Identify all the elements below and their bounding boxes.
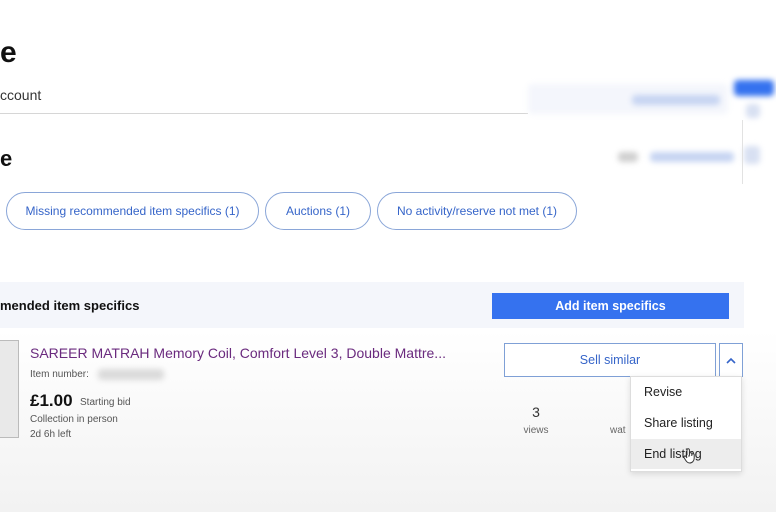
collection-info: Collection in person — [30, 414, 118, 425]
views-count: 3 — [532, 404, 540, 420]
banner-text: mended item specifics — [0, 298, 140, 313]
views-label: views — [523, 425, 549, 436]
button-label: Sell similar — [579, 353, 641, 367]
watchers-label: wat — [610, 425, 626, 436]
tab-underline — [0, 113, 528, 114]
page-heading-fragment: e — [0, 36, 17, 69]
filter-chip-no-activity[interactable]: No activity/reserve not met (1) — [377, 192, 577, 230]
time-left: 2d 6h left — [30, 429, 72, 440]
filter-chip-missing-specifics[interactable]: Missing recommended item specifics (1) — [6, 192, 259, 230]
menu-item-share-listing[interactable]: Share listing — [631, 408, 741, 438]
chip-label: No activity/reserve not met (1) — [396, 204, 558, 218]
blurred-link-2[interactable] — [650, 152, 734, 162]
price-type: Starting bid — [80, 397, 131, 408]
item-number-label: Item number: — [30, 369, 89, 380]
item-number-value — [98, 369, 164, 380]
chip-label: Auctions (1) — [285, 204, 351, 218]
blurred-button[interactable] — [734, 80, 774, 96]
menu-item-revise[interactable]: Revise — [631, 377, 741, 407]
chevron-up-icon — [726, 357, 736, 364]
filter-chip-auctions[interactable]: Auctions (1) — [265, 192, 371, 230]
chip-label: Missing recommended item specifics (1) — [25, 204, 240, 218]
listing-thumbnail[interactable] — [0, 340, 19, 438]
divider — [742, 120, 743, 184]
listing-title[interactable]: SAREER MATRAH Memory Coil, Comfort Level… — [30, 345, 446, 361]
button-label: Add item specifics — [555, 299, 666, 313]
section-heading-fragment: e — [0, 146, 13, 171]
tab-account-fragment[interactable]: ccount — [0, 87, 41, 103]
blurred-icon-2 — [744, 146, 760, 164]
blurred-text — [618, 152, 638, 162]
listing-price: £1.00 — [30, 391, 73, 410]
blurred-link[interactable] — [632, 95, 720, 105]
hand-cursor-icon — [683, 448, 695, 464]
more-actions-toggle[interactable] — [719, 343, 743, 377]
add-item-specifics-button[interactable]: Add item specifics — [492, 293, 729, 319]
blurred-icon — [746, 104, 760, 118]
sell-similar-button[interactable]: Sell similar — [504, 343, 716, 377]
